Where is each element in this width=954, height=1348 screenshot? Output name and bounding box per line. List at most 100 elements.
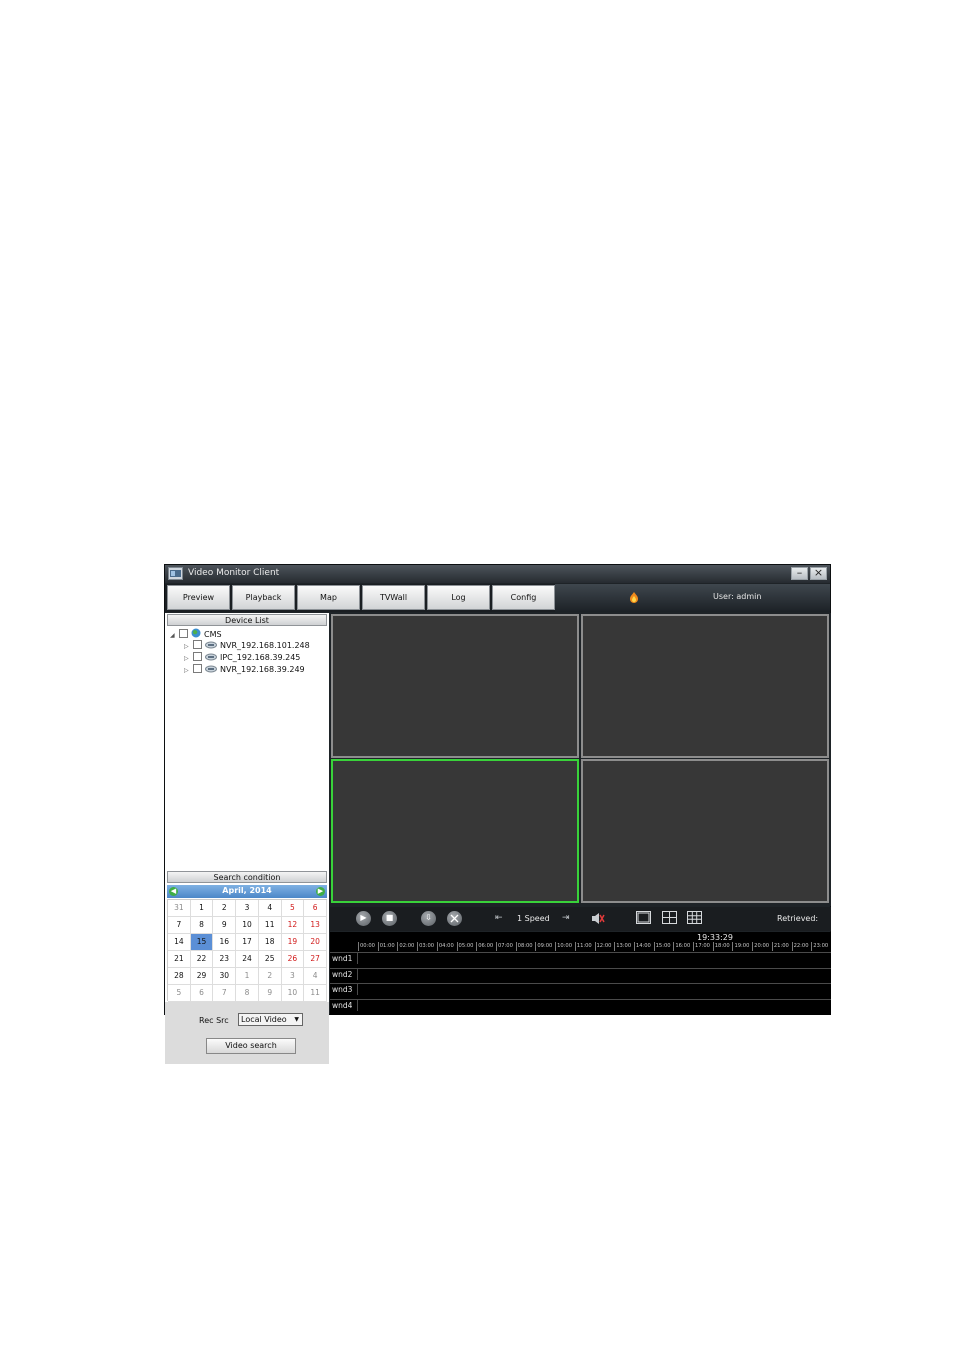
tree-device-2[interactable]: ▷ IPC_192.168.39.245 bbox=[184, 652, 300, 663]
row-divider bbox=[357, 953, 358, 964]
left-panel: Device List ◢ CMS ▷ NVR_192.168.101.248 ▷ I… bbox=[165, 613, 329, 1064]
slow-button[interactable]: ⇤ bbox=[495, 913, 503, 923]
video-window-1[interactable] bbox=[331, 614, 579, 758]
calendar-day[interactable]: 2 bbox=[213, 900, 237, 917]
video-grid bbox=[330, 613, 831, 906]
layout-9-icon[interactable] bbox=[687, 911, 702, 924]
rec-src-select[interactable]: Local Video ▼ bbox=[238, 1013, 303, 1026]
hour-tick: 10:00 bbox=[555, 942, 573, 951]
hour-tick: 17:00 bbox=[693, 942, 710, 951]
calendar-day[interactable]: 24 bbox=[236, 951, 259, 968]
calendar-day[interactable]: 8 bbox=[190, 917, 214, 934]
calendar-day[interactable]: 16 bbox=[213, 934, 237, 951]
timeline-row[interactable]: wnd3 bbox=[330, 983, 831, 995]
tree-label-device: NVR_192.168.39.249 bbox=[220, 665, 305, 674]
calendar-day[interactable]: 13 bbox=[304, 917, 327, 934]
checkbox[interactable] bbox=[193, 664, 202, 673]
calendar-day[interactable]: 11 bbox=[258, 917, 282, 934]
stop-button[interactable]: ■ bbox=[382, 911, 397, 926]
tab-map[interactable]: Map bbox=[297, 585, 360, 610]
hour-tick: 20:00 bbox=[752, 942, 770, 951]
video-window-4[interactable] bbox=[581, 759, 829, 903]
tab-tvwall[interactable]: TVWall bbox=[362, 585, 425, 610]
hour-tick: 05:00 bbox=[456, 942, 474, 951]
next-month-icon[interactable]: ▶ bbox=[316, 887, 325, 896]
close-icon: × bbox=[813, 566, 824, 579]
video-window-3[interactable] bbox=[331, 759, 579, 903]
checkbox[interactable] bbox=[193, 652, 202, 661]
calendar-day[interactable]: 1 bbox=[236, 968, 259, 985]
calendar-day[interactable]: 18 bbox=[258, 934, 282, 951]
video-window-2[interactable] bbox=[581, 614, 829, 758]
calendar-day[interactable]: 4 bbox=[304, 968, 327, 985]
fast-button[interactable]: ⇥ bbox=[562, 913, 570, 923]
clip-button[interactable] bbox=[447, 911, 462, 926]
calendar-day[interactable]: 4 bbox=[258, 900, 282, 917]
timeline-row[interactable]: wnd2 bbox=[330, 967, 831, 980]
calendar-day[interactable]: 20 bbox=[304, 934, 327, 951]
alarm-icon[interactable] bbox=[629, 592, 639, 603]
calendar-day[interactable]: 14 bbox=[168, 934, 191, 951]
calendar-day[interactable]: 5 bbox=[281, 900, 305, 917]
calendar-day[interactable]: 5 bbox=[168, 985, 191, 1002]
calendar-day[interactable]: 25 bbox=[258, 951, 282, 968]
play-button[interactable]: ▶ bbox=[356, 911, 371, 926]
calendar-day[interactable]: 15 bbox=[190, 934, 214, 951]
calendar-day[interactable]: 6 bbox=[190, 985, 214, 1002]
checkbox[interactable] bbox=[193, 640, 202, 649]
tree-device-3[interactable]: ▷ NVR_192.168.39.249 bbox=[184, 664, 305, 675]
tab-config[interactable]: Config bbox=[492, 585, 555, 610]
calendar-day[interactable]: 30 bbox=[213, 968, 237, 985]
calendar-day[interactable]: 7 bbox=[168, 917, 191, 934]
calendar-day[interactable]: 6 bbox=[304, 900, 327, 917]
calendar-day[interactable]: 7 bbox=[213, 985, 237, 1002]
download-button[interactable]: ⇩ bbox=[421, 911, 436, 926]
timeline-row[interactable]: wnd1 bbox=[330, 952, 831, 964]
layout-4-icon[interactable] bbox=[662, 911, 677, 924]
tree-label-device: NVR_192.168.101.248 bbox=[220, 641, 310, 650]
collapse-icon[interactable]: ◢ bbox=[170, 630, 179, 641]
hour-tick: 16:00 bbox=[673, 942, 691, 951]
expand-icon[interactable]: ▷ bbox=[184, 653, 193, 664]
calendar-day[interactable]: 29 bbox=[190, 968, 214, 985]
close-button[interactable]: × bbox=[810, 566, 827, 580]
mute-icon[interactable] bbox=[591, 912, 605, 925]
video-search-button[interactable]: Video search bbox=[206, 1038, 296, 1054]
calendar-day[interactable]: 9 bbox=[258, 985, 282, 1002]
timeline[interactable]: 19:33:29 00:00 01:00 02:00 03:00 04:00 05:00 0… bbox=[330, 932, 831, 1015]
calendar-day[interactable]: 3 bbox=[236, 900, 259, 917]
hour-tick: 09:00 bbox=[535, 942, 553, 951]
calendar-day[interactable]: 2 bbox=[258, 968, 282, 985]
calendar-day[interactable]: 3 bbox=[281, 968, 305, 985]
title-bar[interactable]: Video Monitor Client – × bbox=[165, 565, 830, 583]
calendar-day[interactable]: 11 bbox=[304, 985, 327, 1002]
calendar-day[interactable]: 17 bbox=[236, 934, 259, 951]
calendar-day[interactable]: 26 bbox=[281, 951, 305, 968]
calendar-day[interactable]: 23 bbox=[213, 951, 237, 968]
play-icon: ▶ bbox=[360, 913, 367, 922]
calendar-day[interactable]: 12 bbox=[281, 917, 305, 934]
tab-playback[interactable]: Playback bbox=[232, 585, 295, 610]
calendar-day[interactable]: 1 bbox=[190, 900, 214, 917]
calendar-day[interactable]: 28 bbox=[168, 968, 191, 985]
calendar-day[interactable]: 22 bbox=[190, 951, 214, 968]
layout-1-icon[interactable] bbox=[636, 911, 651, 924]
timeline-row[interactable]: wnd4 bbox=[330, 998, 831, 1011]
calendar-day[interactable]: 19 bbox=[281, 934, 305, 951]
tree-device-1[interactable]: ▷ NVR_192.168.101.248 bbox=[184, 640, 310, 651]
calendar-day[interactable]: 21 bbox=[168, 951, 191, 968]
calendar-day[interactable]: 27 bbox=[304, 951, 327, 968]
calendar-day[interactable]: 31 bbox=[168, 900, 191, 917]
search-area: Rec Src Local Video ▼ Video search bbox=[165, 1002, 329, 1064]
tree-root-cms[interactable]: ◢ CMS bbox=[170, 628, 222, 639]
calendar-day[interactable]: 10 bbox=[236, 917, 259, 934]
minimize-button[interactable]: – bbox=[791, 566, 808, 580]
tab-log[interactable]: Log bbox=[427, 585, 490, 610]
checkbox[interactable] bbox=[179, 629, 188, 638]
calendar-day[interactable]: 8 bbox=[236, 985, 259, 1002]
calendar-day[interactable]: 10 bbox=[281, 985, 305, 1002]
expand-icon[interactable]: ▷ bbox=[184, 665, 193, 676]
expand-icon[interactable]: ▷ bbox=[184, 641, 193, 652]
tab-preview[interactable]: Preview bbox=[167, 585, 230, 610]
calendar-day[interactable]: 9 bbox=[213, 917, 237, 934]
